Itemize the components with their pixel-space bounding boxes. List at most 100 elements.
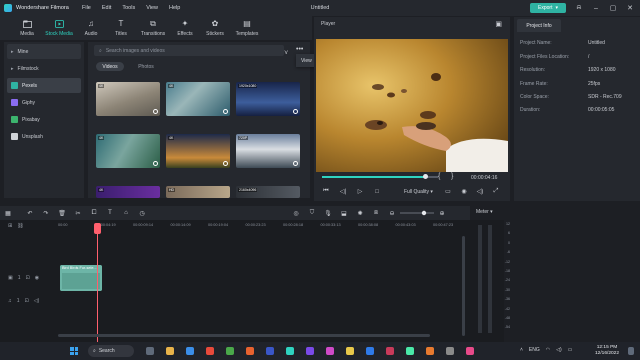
crop-icon[interactable]: ⧠ <box>86 210 102 217</box>
frame-back-icon[interactable]: ◁| <box>339 188 347 195</box>
snapshot-icon[interactable]: ▣ <box>495 20 502 28</box>
menu-edit[interactable]: Edit <box>102 5 111 11</box>
close-icon[interactable]: ✕ <box>626 4 634 12</box>
app-icon[interactable] <box>326 347 334 355</box>
tab-titles[interactable]: T Titles <box>106 16 136 40</box>
notification-icon[interactable] <box>628 347 634 355</box>
speed-icon[interactable]: ◷ <box>134 210 150 217</box>
tab-videos[interactable]: Videos <box>96 62 124 71</box>
marker-icon[interactable]: ⬓ <box>336 210 352 217</box>
download-icon[interactable] <box>153 109 158 114</box>
play-icon[interactable]: ▷ <box>356 188 364 195</box>
bell-icon[interactable]: ⍾ <box>575 4 583 12</box>
maximize-icon[interactable]: ▢ <box>609 4 617 12</box>
app-icon[interactable] <box>346 347 354 355</box>
lock-icon[interactable]: ⊡ <box>26 275 30 281</box>
timeline-ruler[interactable]: 00:00 00:00:04:19 00:00:09:14 00:00:14:09 00… <box>58 222 466 234</box>
app-icon[interactable] <box>386 347 394 355</box>
menu-file[interactable]: File <box>82 5 91 11</box>
filmora-taskbar-icon[interactable] <box>286 347 294 355</box>
stock-thumbnail[interactable]: 720P <box>236 134 300 168</box>
download-icon[interactable] <box>293 109 298 114</box>
tab-stickers[interactable]: ✿ Stickers <box>200 16 230 40</box>
wifi-icon[interactable]: ◠ <box>546 347 550 353</box>
snap-icon[interactable]: ⧈ <box>368 210 384 217</box>
battery-icon[interactable]: ▭ <box>568 347 573 353</box>
task-view-icon[interactable] <box>146 347 154 355</box>
fullscreen-icon[interactable]: ⤢ <box>492 188 500 195</box>
text-edit-icon[interactable]: T <box>102 210 118 216</box>
redo-icon[interactable]: ↷ <box>38 210 54 217</box>
eye-icon[interactable]: ◉ <box>35 275 39 281</box>
volume-icon[interactable]: ◁) <box>476 188 484 195</box>
playback-handle[interactable] <box>423 174 428 179</box>
lock-icon[interactable]: ⊡ <box>25 298 29 304</box>
search-input[interactable]: ⌕ Search images and videos <box>94 45 284 56</box>
zoom-out-icon[interactable]: ⊖ <box>384 210 400 217</box>
zoom-slider[interactable] <box>400 210 434 216</box>
edge-icon[interactable] <box>186 347 194 355</box>
taskbar-search[interactable]: ⌕ Search <box>88 345 134 357</box>
tab-effects[interactable]: ✦ Effects <box>170 16 200 40</box>
undo-icon[interactable]: ↶ <box>22 210 38 217</box>
windows-start-icon[interactable] <box>70 347 78 355</box>
more-options-icon[interactable]: ••• <box>296 46 303 53</box>
playback-progress[interactable] <box>322 176 425 178</box>
meter-label[interactable]: Meter ▾ <box>476 209 493 215</box>
tab-media[interactable]: Media <box>12 16 42 40</box>
menu-tools[interactable]: Tools <box>122 5 135 11</box>
tab-transitions[interactable]: ⧉ Transitions <box>136 16 170 40</box>
export-button[interactable]: Export ▾ <box>530 3 566 13</box>
tag-icon[interactable]: ⌂ <box>118 210 134 216</box>
video-preview[interactable] <box>316 39 508 172</box>
ai-icon[interactable]: ✺ <box>352 210 368 217</box>
mark-in-icon[interactable]: { <box>438 173 440 180</box>
stock-thumbnail[interactable]: HD <box>166 186 230 198</box>
mark-out-icon[interactable]: } <box>451 173 453 180</box>
timeline-scrollbar-vertical[interactable] <box>462 236 465 336</box>
stock-thumbnail[interactable]: 4K <box>96 82 160 116</box>
language-indicator[interactable]: ENG <box>529 347 540 353</box>
layout-icon[interactable]: ▦ <box>0 210 16 217</box>
chrome-icon[interactable] <box>226 347 234 355</box>
split-icon[interactable]: ✂ <box>70 210 86 217</box>
speaker-icon[interactable]: ◁) <box>34 298 40 304</box>
stock-thumbnail[interactable]: 4K <box>96 186 160 198</box>
sidebar-item-pexels[interactable]: Pexels <box>7 78 81 93</box>
word-icon[interactable] <box>266 347 274 355</box>
menu-help[interactable]: Help <box>169 5 180 11</box>
sidebar-item-pixabay[interactable]: Pixabay <box>7 112 81 127</box>
stock-thumbnail[interactable]: 4K <box>96 134 160 168</box>
speaker-icon[interactable]: ◁) <box>556 347 562 353</box>
app-icon[interactable] <box>366 347 374 355</box>
tab-project-info[interactable]: Project Info <box>517 19 561 32</box>
shield-icon[interactable]: ⛉ <box>304 210 320 217</box>
tab-photos[interactable]: Photos <box>132 62 160 71</box>
tab-audio[interactable]: ♫ Audio <box>76 16 106 40</box>
filter-icon[interactable]: ⋎ <box>284 49 288 56</box>
video-clip[interactable]: Bird Birds Fur-sele... <box>60 265 102 291</box>
render-icon[interactable]: ◎ <box>288 210 304 217</box>
delete-icon[interactable]: 🗑 <box>54 210 70 217</box>
tray-chevron-icon[interactable]: ˄ <box>520 347 523 353</box>
app-icon[interactable] <box>446 347 454 355</box>
mic-icon[interactable]: 🎙 <box>320 210 336 217</box>
stock-thumbnail[interactable]: 4K <box>166 134 230 168</box>
display-icon[interactable]: ▭ <box>444 188 452 195</box>
stock-thumbnail[interactable]: 4K <box>166 82 230 116</box>
sidebar-item-filmstock[interactable]: ▸ Filmstock <box>7 61 81 76</box>
timeline-scrollbar-horizontal[interactable] <box>58 334 430 337</box>
download-icon[interactable] <box>223 161 228 166</box>
app-icon[interactable] <box>246 347 254 355</box>
link-icon[interactable]: ⛓ <box>17 223 23 229</box>
camera-icon[interactable]: ◉ <box>460 188 468 195</box>
app-icon[interactable] <box>306 347 314 355</box>
tab-templates[interactable]: ▤ Templates <box>230 16 264 40</box>
download-icon[interactable] <box>153 161 158 166</box>
playhead[interactable] <box>97 234 98 342</box>
menu-view[interactable]: View <box>146 5 158 11</box>
sidebar-item-giphy[interactable]: Giphy <box>7 95 81 110</box>
app-icon[interactable] <box>426 347 434 355</box>
file-explorer-icon[interactable] <box>166 347 174 355</box>
stop-icon[interactable]: □ <box>373 189 381 195</box>
